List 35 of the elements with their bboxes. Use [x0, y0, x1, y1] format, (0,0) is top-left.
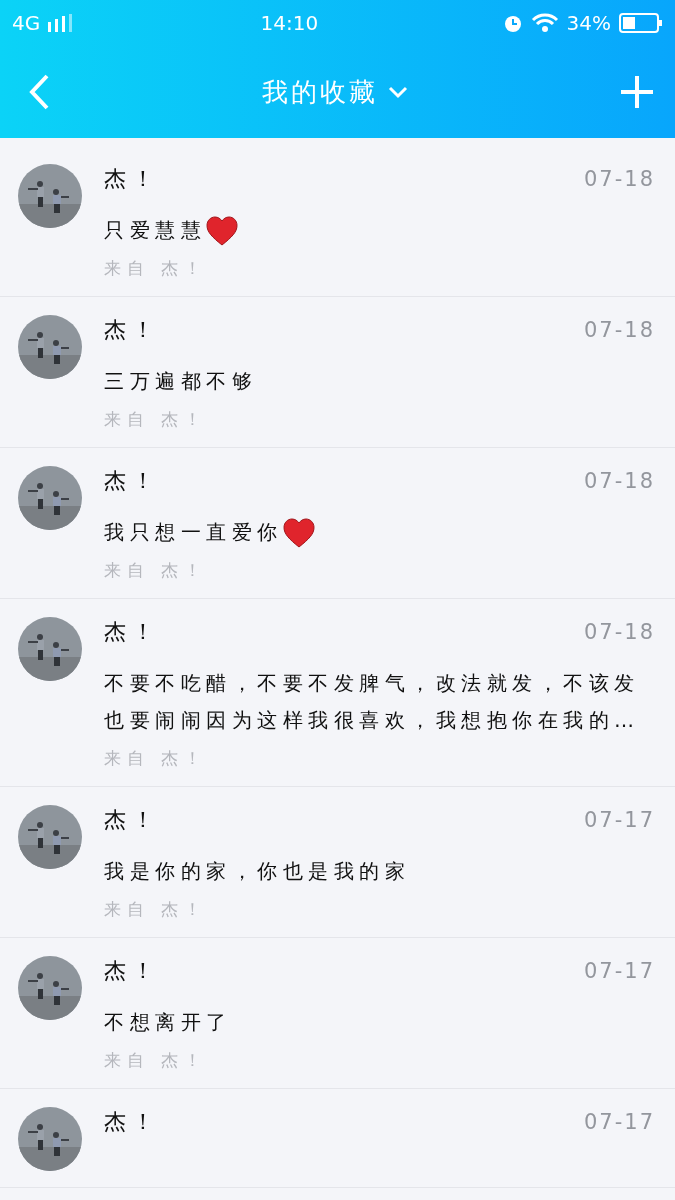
date-label: 07-17 — [583, 959, 655, 983]
message-text: 只爱慧慧 — [104, 217, 206, 244]
message-text: 我是你的家，你也是我的家 — [104, 858, 410, 885]
add-button[interactable] — [619, 74, 655, 110]
sender-name: 杰！ — [104, 467, 160, 495]
battery-percent: 34% — [566, 11, 611, 35]
network-label: 4G — [12, 11, 41, 35]
date-label: 07-18 — [583, 469, 655, 493]
message-text: 三万遍都不够 — [104, 368, 257, 395]
date-label: 07-17 — [583, 808, 655, 832]
wifi-icon — [530, 13, 559, 33]
message-text: 不要不吃醋，不要不发脾气，改法就发，不该发也要闹闹因为这样我很喜欢，我想抱你在我的… — [104, 670, 641, 734]
date-label: 07-18 — [583, 318, 655, 342]
alarm-icon — [502, 13, 523, 33]
caret-icon — [387, 85, 408, 99]
clock-time: 14:10 — [260, 11, 319, 35]
sender-name: 杰！ — [104, 957, 160, 985]
sender-name: 杰！ — [104, 806, 160, 834]
source-label: 来自 杰！ — [104, 1049, 209, 1072]
date-label: 07-18 — [583, 620, 655, 644]
sender-name: 杰！ — [104, 618, 160, 646]
source-label: 来自 杰！ — [104, 747, 209, 770]
back-button[interactable] — [28, 74, 50, 110]
date-label: 07-18 — [583, 167, 655, 191]
source-label: 来自 杰！ — [104, 559, 209, 582]
source-label: 来自 杰！ — [104, 408, 209, 431]
battery-icon — [619, 13, 663, 33]
sender-name: 杰！ — [104, 165, 160, 193]
date-label: 07-17 — [583, 1110, 655, 1134]
sender-name: 杰！ — [104, 1108, 160, 1136]
sender-name: 杰！ — [104, 316, 160, 344]
message-text: 我只想一直爱你 — [104, 519, 283, 546]
source-label: 来自 杰！ — [104, 898, 209, 921]
source-label: 来自 杰！ — [104, 257, 209, 280]
message-text: 不想离开了 — [104, 1009, 232, 1036]
